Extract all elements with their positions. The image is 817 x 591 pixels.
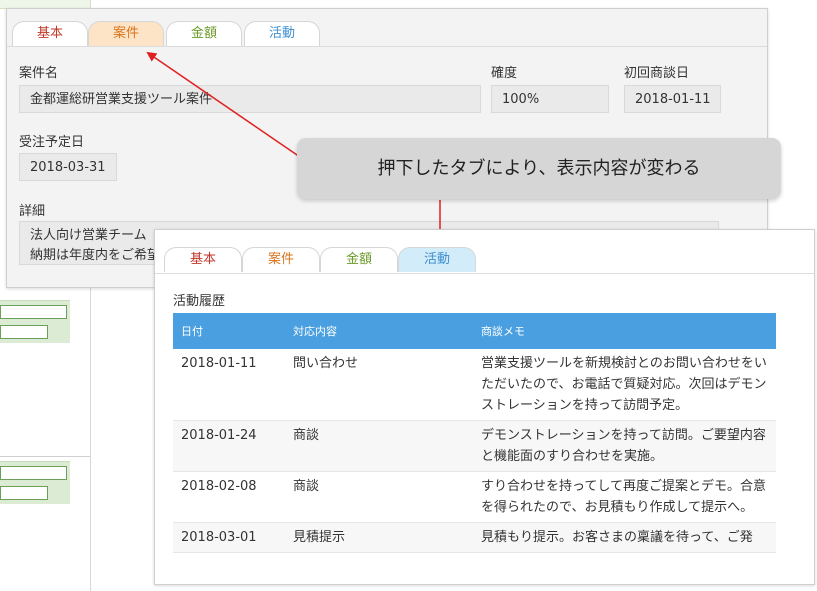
table-header-row: 日付 対応内容 商談メモ <box>173 313 776 349</box>
tab-amount[interactable]: 金額 <box>320 247 398 272</box>
row-date: 2018-01-24 <box>173 420 285 472</box>
row-date: 2018-02-08 <box>173 471 285 523</box>
activity-history-table: 日付 対応内容 商談メモ 2018-01-11 問い合わせ 営業支援ツールを新規… <box>173 313 776 553</box>
row-type: 見積提示 <box>285 522 473 553</box>
arrow-to-case-tab <box>146 51 301 158</box>
tab-activity[interactable]: 活動 <box>398 247 476 272</box>
row-memo: デモンストレーションを持って訪問。ご要望内容と機能面のすり合わせを実施。 <box>473 420 776 472</box>
row-type: 商談 <box>285 420 473 472</box>
row-memo: すり合わせを持ってして再度ご提案とデモ。合意を得られたので、お見積もり作成して提… <box>473 471 776 523</box>
table-row[interactable]: 2018-03-01 見積提示 見積もり提示。お客さまの稟議を待って、ご発 <box>173 522 776 553</box>
callout-note: 押下したタブにより、表示内容が変わる <box>297 138 781 199</box>
tab-case[interactable]: 案件 <box>242 247 320 272</box>
table-row[interactable]: 2018-02-08 商談 すり合わせを持ってして再度ご提案とデモ。合意を得られ… <box>173 471 776 523</box>
row-type: 問い合わせ <box>285 349 473 421</box>
row-memo: 営業支援ツールを新規検討とのお問い合わせをいただいたので、お電話で質疑対応。次回… <box>473 349 776 421</box>
column-header-type[interactable]: 対応内容 <box>285 313 473 349</box>
column-header-date[interactable]: 日付 <box>173 313 285 349</box>
row-date: 2018-01-11 <box>173 349 285 421</box>
row-date: 2018-03-01 <box>173 522 285 553</box>
table-row[interactable]: 2018-01-24 商談 デモンストレーションを持って訪問。ご要望内容と機能面… <box>173 420 776 472</box>
tab-bar: 基本 案件 金額 活動 <box>155 230 814 274</box>
activity-history-title: 活動履歴 <box>173 294 226 309</box>
table-row[interactable]: 2018-01-11 問い合わせ 営業支援ツールを新規検討とのお問い合わせをいた… <box>173 349 776 421</box>
column-header-memo[interactable]: 商談メモ <box>473 313 776 349</box>
row-type: 商談 <box>285 471 473 523</box>
row-memo: 見積もり提示。お客さまの稟議を待って、ご発 <box>473 522 776 553</box>
activity-tab-panel: 基本 案件 金額 活動 活動履歴 日付 対応内容 商談メモ 2018-01-11… <box>154 229 815 585</box>
tab-basic[interactable]: 基本 <box>164 247 242 272</box>
